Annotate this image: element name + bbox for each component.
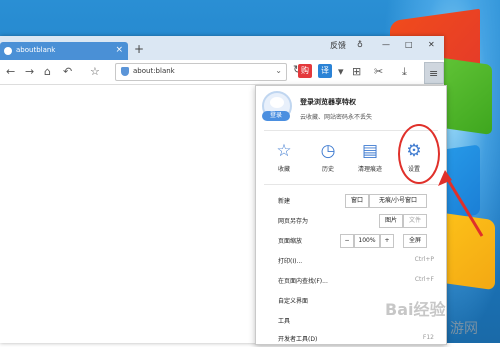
watermark-text: Bai经验 (385, 300, 446, 319)
watermark-logo-text: 游网 (450, 321, 478, 337)
annotation-arrow (438, 170, 484, 237)
